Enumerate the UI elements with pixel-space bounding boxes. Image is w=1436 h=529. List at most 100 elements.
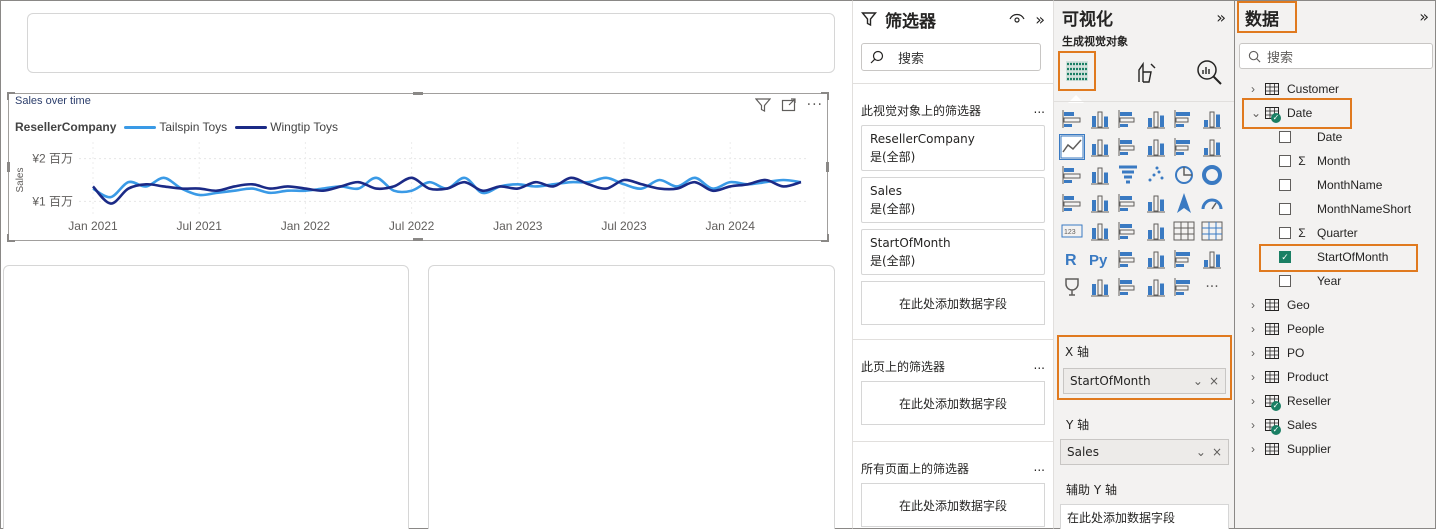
table-product[interactable]: › Product	[1251, 365, 1328, 389]
100-stacked-column-chart-icon[interactable]	[1200, 107, 1224, 131]
collapse-data-icon[interactable]: »	[1419, 7, 1429, 26]
analytics-icon[interactable]	[1195, 58, 1223, 86]
remove-field-icon[interactable]: ×	[1209, 374, 1219, 388]
r-visual-icon[interactable]: R	[1060, 247, 1084, 271]
resize-handle-top[interactable]	[413, 92, 423, 95]
line-chart[interactable]: ¥2 百万 ¥1 百万 Sales Jan 2021 Jul 2021 Jan 2022 J…	[9, 94, 827, 240]
filter-card-startofmonth[interactable]: StartOfMonth 是(全部)	[861, 229, 1045, 275]
page-filters-more-icon[interactable]: ...	[1034, 358, 1045, 375]
data-search-input[interactable]: 搜索	[1239, 43, 1433, 69]
map-icon[interactable]	[1088, 191, 1112, 215]
chevron-right-icon[interactable]: ›	[1251, 394, 1265, 408]
stacked-area-chart-icon[interactable]	[1116, 135, 1140, 159]
table-icon[interactable]	[1172, 219, 1196, 243]
all-pages-filters-more-icon[interactable]: ...	[1034, 460, 1045, 477]
empty-visual-top[interactable]	[27, 13, 835, 73]
resize-handle-bottom[interactable]	[413, 238, 423, 241]
field-month[interactable]: Σ Month	[1279, 149, 1350, 173]
page-filters-drop-zone[interactable]: 在此处添加数据字段	[861, 381, 1045, 425]
chevron-right-icon[interactable]: ›	[1251, 346, 1265, 360]
stacked-bar-chart-icon[interactable]	[1060, 107, 1084, 131]
table-po[interactable]: › PO	[1251, 341, 1304, 365]
decomposition-tree-icon[interactable]	[1144, 247, 1168, 271]
multi-row-card-icon[interactable]	[1088, 219, 1112, 243]
all-pages-filters-drop-zone[interactable]: 在此处添加数据字段	[861, 483, 1045, 527]
collapse-filters-icon[interactable]: »	[1035, 10, 1045, 29]
checkbox[interactable]	[1279, 203, 1291, 215]
field-year[interactable]: Year	[1279, 269, 1341, 293]
resize-handle-corner-br[interactable]	[821, 234, 829, 242]
qa-visual-icon[interactable]	[1172, 247, 1196, 271]
visual-filters-more-icon[interactable]: ...	[1034, 102, 1045, 119]
gauge-icon[interactable]	[1200, 191, 1224, 215]
chevron-right-icon[interactable]: ›	[1251, 418, 1265, 432]
key-influencers-icon[interactable]	[1116, 247, 1140, 271]
empty-visual-bottom-right[interactable]	[428, 265, 835, 529]
checkbox[interactable]	[1279, 155, 1291, 167]
table-geo[interactable]: › Geo	[1251, 293, 1310, 317]
treemap-icon[interactable]	[1060, 191, 1084, 215]
line-and-clustered-column-chart-icon[interactable]	[1200, 135, 1224, 159]
remove-field-icon[interactable]: ×	[1212, 445, 1222, 459]
more-visuals-icon[interactable]: ···	[1200, 275, 1224, 299]
resize-handle-corner-bl[interactable]	[7, 234, 15, 242]
table-supplier[interactable]: › Supplier	[1251, 437, 1331, 461]
ribbon-chart-icon[interactable]	[1060, 163, 1084, 187]
series-line-wingtip-toys[interactable]	[92, 176, 802, 205]
kpi-icon[interactable]	[1116, 219, 1140, 243]
visual-filters-drop-zone[interactable]: 在此处添加数据字段	[861, 281, 1045, 325]
collapse-viz-icon[interactable]: »	[1216, 8, 1226, 27]
card-icon[interactable]: 123	[1060, 219, 1084, 243]
area-chart-icon[interactable]	[1088, 135, 1112, 159]
slicer-icon[interactable]	[1144, 219, 1168, 243]
filter-card-resellercompany[interactable]: ResellerCompany 是(全部)	[861, 125, 1045, 171]
field-quarter[interactable]: Σ Quarter	[1279, 221, 1358, 245]
shape-map-icon[interactable]	[1144, 191, 1168, 215]
matrix-icon[interactable]	[1200, 219, 1224, 243]
chevron-right-icon[interactable]: ›	[1251, 298, 1265, 312]
power-apps-icon[interactable]	[1116, 275, 1140, 299]
power-automate-icon[interactable]	[1144, 275, 1168, 299]
100-stacked-area-chart-icon[interactable]	[1144, 135, 1168, 159]
secondary-y-drop-zone[interactable]: 在此处添加数据字段	[1060, 504, 1229, 529]
python-visual-icon[interactable]: Py	[1088, 247, 1112, 271]
paginated-report-icon[interactable]	[1088, 275, 1112, 299]
azure-map-icon[interactable]	[1172, 191, 1196, 215]
resize-handle-corner-tl[interactable]	[7, 92, 15, 100]
100-stacked-bar-chart-icon[interactable]	[1172, 107, 1196, 131]
stacked-column-chart-icon[interactable]	[1088, 107, 1112, 131]
smart-narrative-icon[interactable]	[1200, 247, 1224, 271]
y-axis-field-pill[interactable]: Sales ⌄ ×	[1060, 439, 1229, 465]
scatter-chart-icon[interactable]	[1144, 163, 1168, 187]
chevron-right-icon[interactable]: ›	[1251, 370, 1265, 384]
clustered-column-chart-icon[interactable]	[1144, 107, 1168, 131]
field-monthnameshort[interactable]: MonthNameShort	[1279, 197, 1411, 221]
line-and-stacked-column-chart-icon[interactable]	[1172, 135, 1196, 159]
donut-chart-icon[interactable]	[1200, 163, 1224, 187]
checkbox[interactable]	[1279, 275, 1291, 287]
chevron-right-icon[interactable]: ›	[1251, 322, 1265, 336]
empty-visual-bottom-left[interactable]	[3, 265, 409, 529]
checkbox[interactable]	[1279, 179, 1291, 191]
clustered-bar-chart-icon[interactable]	[1116, 107, 1140, 131]
table-reseller[interactable]: › ✓ Reseller	[1251, 389, 1331, 413]
eye-icon[interactable]	[1009, 13, 1025, 25]
format-visual-icon[interactable]	[1133, 60, 1159, 86]
chevron-down-icon[interactable]: ⌄	[1193, 374, 1203, 388]
metrics-icon[interactable]	[1060, 275, 1084, 299]
table-people[interactable]: › People	[1251, 317, 1324, 341]
checkbox[interactable]	[1279, 227, 1291, 239]
table-sales[interactable]: › ✓ Sales	[1251, 413, 1317, 437]
x-axis-field-pill[interactable]: StartOfMonth ⌄ ×	[1063, 368, 1226, 394]
filter-card-sales[interactable]: Sales 是(全部)	[861, 177, 1045, 223]
resize-handle-corner-tr[interactable]	[821, 92, 829, 100]
pie-chart-icon[interactable]	[1172, 163, 1196, 187]
field-monthname[interactable]: MonthName	[1279, 173, 1382, 197]
chevron-right-icon[interactable]: ›	[1251, 82, 1265, 96]
line-chart-visual[interactable]: Sales over time ··· ResellerCompany Tail…	[7, 92, 829, 242]
arcgis-map-icon[interactable]	[1172, 275, 1196, 299]
resize-handle-left[interactable]	[7, 162, 10, 172]
resize-handle-right[interactable]	[826, 162, 829, 172]
filled-map-icon[interactable]	[1116, 191, 1140, 215]
funnel-chart-icon[interactable]	[1116, 163, 1140, 187]
